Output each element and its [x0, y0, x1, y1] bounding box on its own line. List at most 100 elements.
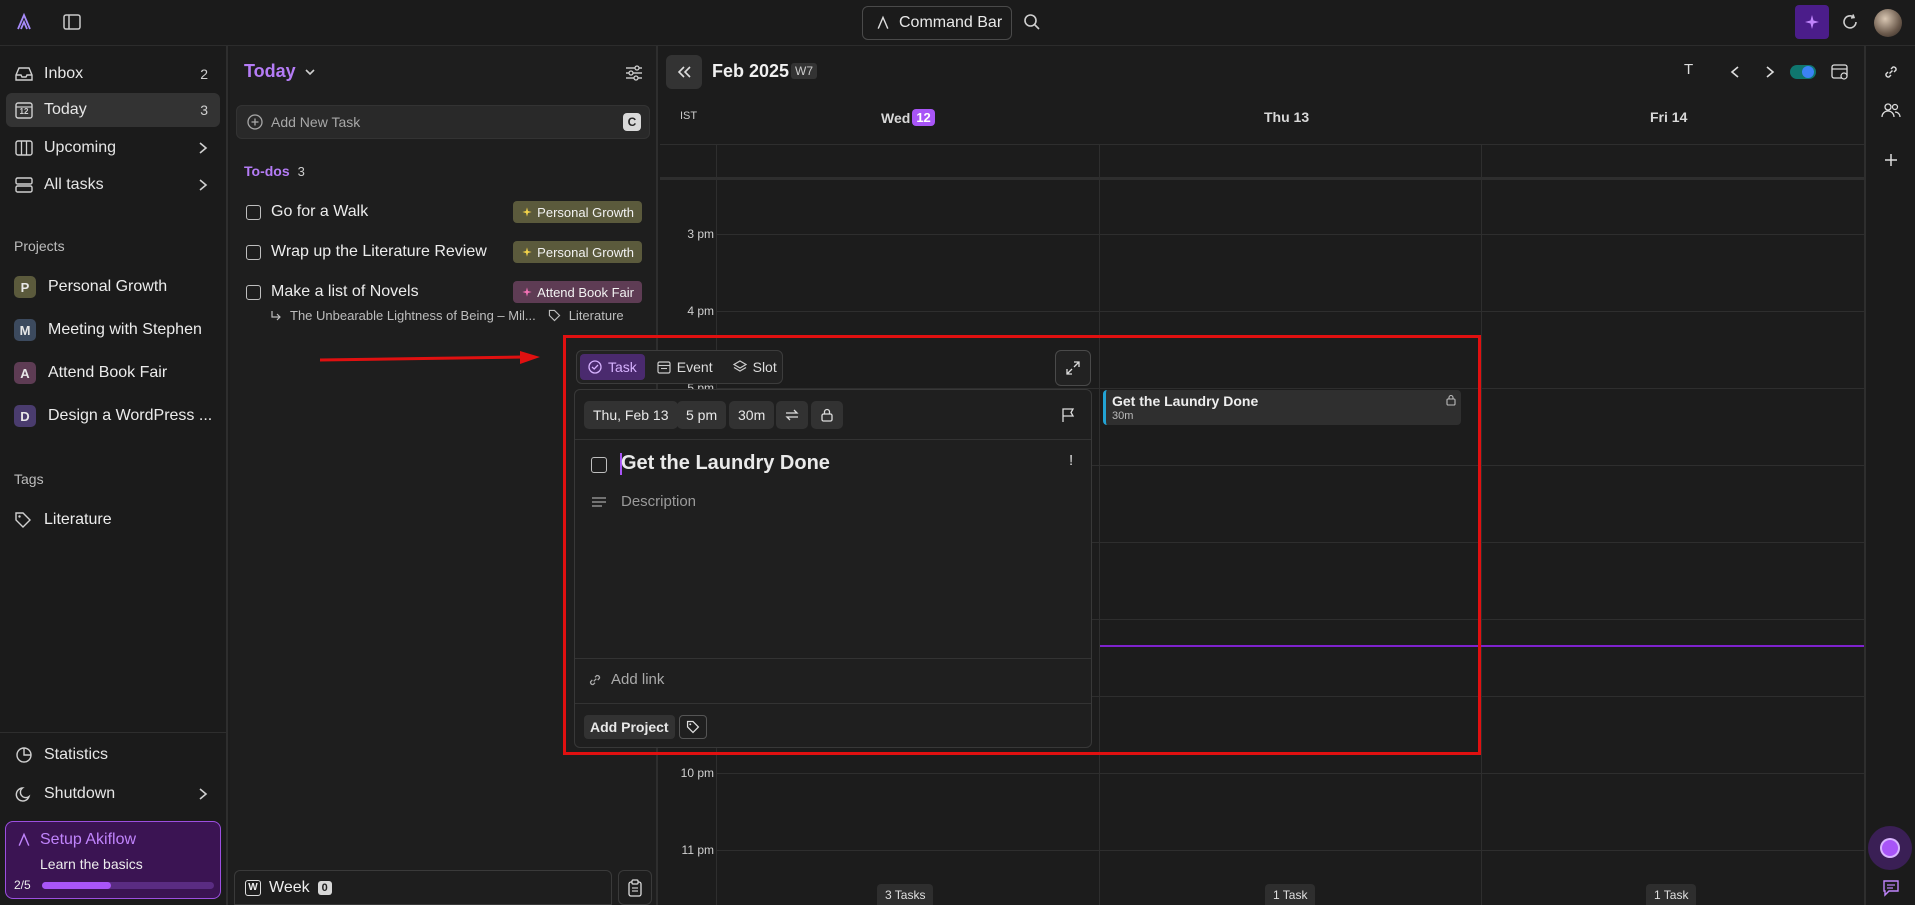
- setup-title: Setup Akiflow: [40, 831, 137, 848]
- day-column-line: [1481, 144, 1482, 905]
- hour-label: 4 pm: [687, 304, 714, 318]
- sidebar: Inbox 2 12 Today 3 Upcoming All tasks Pr…: [0, 46, 228, 905]
- day-header-thu[interactable]: Thu 13: [1264, 109, 1309, 125]
- setup-akiflow-card[interactable]: Setup Akiflow Learn the basics 2/5: [5, 821, 221, 899]
- search-icon[interactable]: [1022, 12, 1042, 32]
- add-new-task-input[interactable]: Add New Task C: [236, 105, 650, 139]
- project-label: Design a WordPress ...: [48, 407, 213, 424]
- day-task-count[interactable]: 1 Task: [1265, 884, 1316, 905]
- sidebar-item-shutdown[interactable]: Shutdown: [6, 777, 220, 811]
- sidebar-item-inbox[interactable]: Inbox 2: [6, 57, 220, 91]
- command-bar-button[interactable]: Command Bar: [862, 6, 1012, 40]
- columns-icon: [14, 138, 34, 158]
- chevron-right-icon: [198, 141, 208, 155]
- todos-header[interactable]: To-dos 3: [244, 163, 305, 179]
- link-icon[interactable]: [1881, 62, 1901, 82]
- calendar-settings-icon[interactable]: [1830, 62, 1850, 82]
- day-task-count[interactable]: 3 Tasks: [877, 884, 934, 905]
- today-dropdown[interactable]: Today: [244, 61, 316, 82]
- day-header-fri[interactable]: Fri 14: [1650, 109, 1687, 125]
- sidebar-project-personal-growth[interactable]: P Personal Growth: [14, 273, 167, 301]
- task-checkbox[interactable]: [246, 244, 261, 260]
- hour-line: [716, 773, 1864, 774]
- sidebar-item-today[interactable]: 12 Today 3: [6, 93, 220, 127]
- task-project-tag[interactable]: Attend Book Fair: [513, 281, 642, 303]
- calendar-month: Feb 2025: [712, 61, 790, 81]
- akiflow-mini-icon: [875, 15, 891, 31]
- setup-progress-fill: [42, 882, 111, 889]
- day-task-count[interactable]: 1 Task: [1646, 884, 1697, 905]
- task-label: Make a list of Novels: [271, 283, 419, 300]
- timezone-label: IST: [680, 110, 698, 122]
- tag-icon: [548, 309, 561, 322]
- task-label: Wrap up the Literature Review: [271, 243, 487, 260]
- plus-icon[interactable]: [1881, 150, 1901, 170]
- today-count: 3: [200, 102, 208, 118]
- task-item[interactable]: Go for a Walk Personal Growth: [246, 199, 650, 225]
- hour-label: 3 pm: [687, 227, 714, 241]
- task-subtitle: The Unbearable Lightness of Being – Mil.…: [290, 308, 536, 323]
- week-view-button[interactable]: W Week 0: [234, 870, 612, 905]
- sidebar-item-upcoming[interactable]: Upcoming: [6, 131, 220, 165]
- calendar-day-icon: 12: [14, 100, 34, 120]
- ai-assistant-button[interactable]: [1795, 5, 1829, 39]
- setup-progress-text: 2/5: [14, 878, 31, 892]
- add-task-shortcut: C: [623, 113, 641, 131]
- chevron-right-icon[interactable]: [1760, 62, 1780, 82]
- sync-icon[interactable]: [1840, 12, 1860, 32]
- panel-title: Today: [244, 61, 296, 81]
- project-badge: M: [14, 319, 36, 341]
- task-subline: The Unbearable Lightness of Being – Mil.…: [270, 308, 650, 323]
- highlight-box: [563, 335, 1481, 755]
- plus-circle-icon: [247, 114, 263, 130]
- inbox-icon: [14, 64, 34, 84]
- filter-settings-icon[interactable]: [624, 63, 644, 83]
- todos-count: 3: [297, 163, 305, 179]
- day-header-wed[interactable]: Wed 12: [881, 109, 935, 126]
- sidebar-project-meeting-with-stephen[interactable]: M Meeting with Stephen: [14, 316, 202, 344]
- akiflow-logo-icon[interactable]: [14, 12, 34, 32]
- add-task-placeholder: Add New Task: [271, 114, 361, 130]
- task-project-tag[interactable]: Personal Growth: [513, 201, 642, 223]
- sidebar-tag-literature[interactable]: Literature: [14, 506, 112, 534]
- today-date-badge: 12: [912, 109, 935, 126]
- assistant-orb-button[interactable]: [1868, 826, 1912, 870]
- sidebar-project-design-wordpress[interactable]: D Design a WordPress ...: [14, 402, 212, 430]
- task-project-tag[interactable]: Personal Growth: [513, 241, 642, 263]
- sidebar-project-attend-book-fair[interactable]: A Attend Book Fair: [14, 359, 167, 387]
- sidebar-item-statistics[interactable]: Statistics: [6, 738, 220, 772]
- tag-icon: [14, 511, 32, 529]
- chevron-left-icon[interactable]: [1725, 62, 1745, 82]
- user-avatar[interactable]: [1874, 9, 1902, 37]
- chevron-down-icon: [304, 67, 316, 77]
- task-checkbox[interactable]: [246, 204, 261, 220]
- inbox-count: 2: [200, 66, 208, 82]
- sparkle-icon: [521, 286, 533, 298]
- sidebar-toggle-icon[interactable]: [62, 12, 82, 32]
- chat-feedback-icon[interactable]: [1881, 878, 1901, 898]
- header-divider: [660, 144, 1864, 145]
- toggle-knob: [1802, 66, 1814, 78]
- chevron-right-icon: [198, 787, 208, 801]
- akiflow-mini-icon: [16, 832, 32, 848]
- week-key-icon: W: [245, 879, 261, 896]
- projects-title: Projects: [14, 238, 65, 254]
- clipboard-button[interactable]: [618, 870, 652, 905]
- pie-chart-icon: [14, 745, 34, 765]
- project-badge: P: [14, 276, 36, 298]
- sidebar-item-label: All tasks: [44, 176, 104, 193]
- setup-subtitle: Learn the basics: [40, 856, 143, 872]
- sidebar-item-all-tasks[interactable]: All tasks: [6, 168, 220, 202]
- today-button[interactable]: T: [1684, 61, 1693, 78]
- orb-icon: [1882, 840, 1898, 856]
- calendar-toggle[interactable]: [1790, 65, 1816, 79]
- collapse-panel-button[interactable]: [666, 55, 702, 89]
- task-subtag[interactable]: Literature: [569, 308, 624, 323]
- task-item[interactable]: Wrap up the Literature Review Personal G…: [246, 239, 650, 265]
- hour-label: 10 pm: [680, 766, 714, 780]
- clipboard-icon: [628, 878, 642, 897]
- task-checkbox[interactable]: [246, 284, 261, 300]
- people-icon[interactable]: [1881, 100, 1901, 120]
- task-item[interactable]: Make a list of Novels Attend Book Fair: [246, 279, 650, 305]
- double-chevron-left-icon: [676, 65, 692, 79]
